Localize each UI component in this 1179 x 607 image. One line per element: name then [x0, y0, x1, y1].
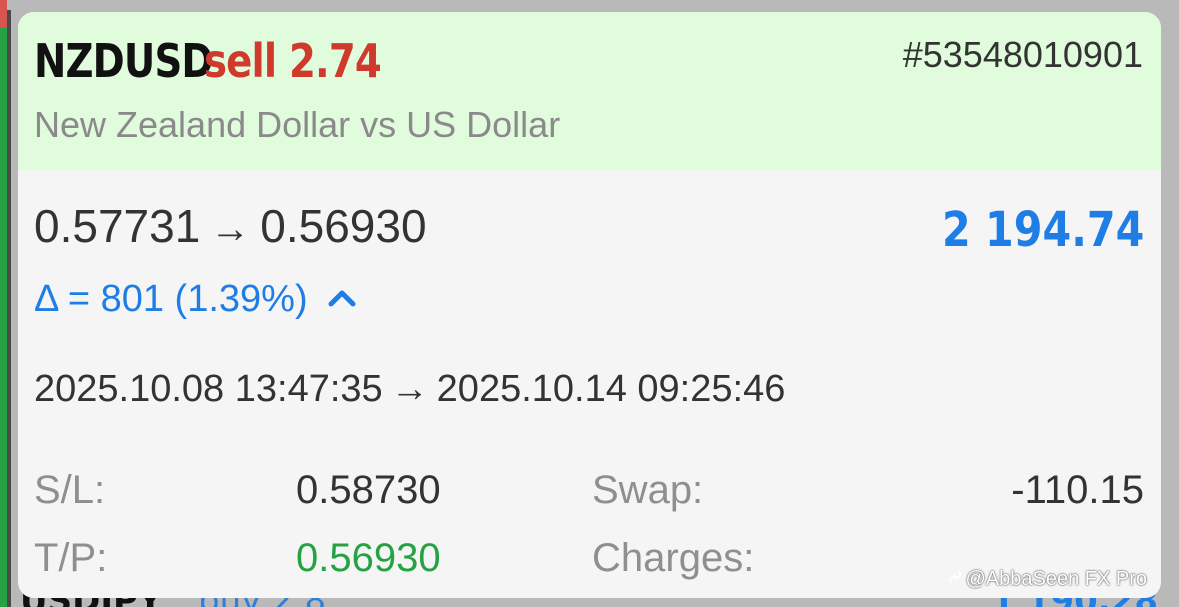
close-price: 0.56930	[260, 200, 427, 252]
symbol-title: NZDUSD	[34, 34, 214, 88]
left-edge-red-strip	[0, 0, 7, 28]
position-detail-card[interactable]: NZDUSD sell 2.74 #53548010901 New Zealan…	[18, 12, 1161, 598]
charges-label: Charges:	[592, 536, 755, 580]
swap-label: Swap:	[592, 468, 704, 512]
price-range: 0.57731 → 0.56930	[34, 199, 427, 253]
watermark-logo-icon	[947, 568, 963, 591]
position-header: NZDUSD sell 2.74 #53548010901 New Zealan…	[18, 12, 1161, 170]
ticket-number: #53548010901	[902, 34, 1143, 75]
left-edge-dark-strip	[7, 10, 11, 607]
profit-value: 2 194.74	[941, 202, 1144, 258]
watermark-text: @AbbaSeen FX Pro	[965, 568, 1147, 590]
open-price: 0.57731	[34, 200, 201, 252]
take-profit-value: 0.56930	[296, 536, 441, 580]
time-range: 2025.10.08 13:47:35 → 2025.10.14 09:25:46	[34, 368, 785, 411]
take-profit-label: T/P:	[34, 536, 108, 580]
open-time: 2025.10.08 13:47:35	[34, 368, 383, 410]
symbol-description: New Zealand Dollar vs US Dollar	[34, 104, 561, 145]
swap-value: -110.15	[1011, 468, 1144, 512]
stop-loss-label: S/L:	[34, 468, 106, 512]
close-time: 2025.10.14 09:25:46	[436, 368, 786, 410]
trade-type-label: sell 2.74	[204, 34, 382, 88]
right-arrow-icon: →	[210, 207, 251, 251]
delta-text: Δ = 801 (1.39%)	[34, 278, 308, 320]
left-edge-green-strip	[0, 28, 7, 607]
stop-loss-value: 0.58730	[296, 468, 441, 512]
price-delta: Δ = 801 (1.39%)	[34, 274, 356, 321]
right-arrow-icon: →	[390, 368, 429, 410]
watermark: @AbbaSeen FX Pro	[947, 568, 1147, 591]
chevron-up-icon[interactable]	[328, 274, 356, 317]
